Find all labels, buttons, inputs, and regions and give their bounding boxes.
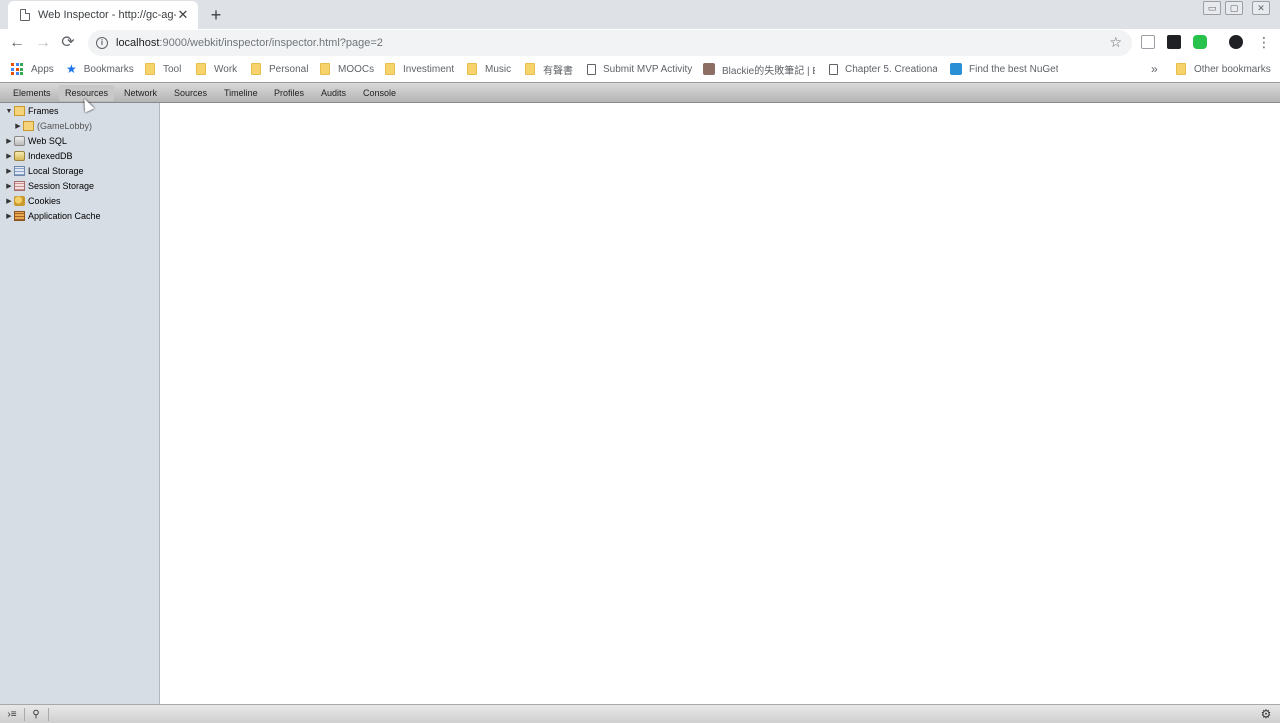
bookmark-apps[interactable]: Apps [11, 61, 54, 77]
collapsed-triangle-icon[interactable]: ▶ [5, 182, 13, 190]
inspector-status-bar: ›≡ ⚲ ⚙ [0, 704, 1280, 723]
extension-play-icon[interactable] [1167, 35, 1181, 49]
page-icon [587, 63, 596, 75]
inspector-toolbar: Elements Resources Network Sources Timel… [0, 82, 1280, 103]
bookmark-folder-tool[interactable]: Tool [145, 61, 181, 77]
tree-item-gamelobby[interactable]: ▶ (GameLobby) [14, 119, 92, 133]
bookmark-nuget[interactable]: Find the best NuGet [950, 61, 1058, 77]
bookmark-folder-investiment[interactable]: Investiment [385, 61, 454, 77]
bookmark-folder-music[interactable]: Music [467, 61, 511, 77]
bookmark-bookmarks[interactable]: ★ Bookmarks [66, 61, 134, 77]
avatar-icon [703, 63, 715, 75]
folder-icon [525, 63, 535, 75]
status-divider [48, 708, 49, 721]
bookmark-chapter5[interactable]: Chapter 5. Creational [829, 61, 937, 77]
star-icon: ★ [66, 62, 77, 76]
nuget-icon [950, 63, 962, 75]
collapsed-triangle-icon[interactable]: ▶ [5, 137, 13, 145]
back-button[interactable]: ← [7, 33, 27, 53]
tree-item-application-cache[interactable]: ▶ Application Cache [5, 209, 101, 223]
collapsed-triangle-icon[interactable]: ▶ [5, 212, 13, 220]
extension-copy-icon[interactable] [1141, 35, 1155, 49]
tab-console[interactable]: Console [357, 85, 402, 101]
reload-button[interactable]: ⟳ [58, 33, 78, 53]
browser-tab[interactable]: Web Inspector - http://gc-ag-dcc ✕ [8, 1, 198, 29]
bookmark-folder-personal[interactable]: Personal [251, 61, 308, 77]
info-icon[interactable]: i [96, 37, 108, 49]
close-window-button[interactable]: ✕ [1252, 1, 1270, 15]
tree-item-local-storage[interactable]: ▶ Local Storage [5, 164, 84, 178]
tab-profiles[interactable]: Profiles [268, 85, 310, 101]
browser-toolbar: ← → ⟳ i localhost:9000/webkit/inspector/… [0, 29, 1280, 57]
bookmarks-overflow-button[interactable]: » [1151, 61, 1158, 77]
database-icon [14, 136, 25, 146]
tab-title: Web Inspector - http://gc-ag-dcc [38, 9, 176, 21]
tree-item-frames[interactable]: ▼ Frames [5, 104, 59, 118]
tab-close-button[interactable]: ✕ [176, 8, 190, 22]
expanded-triangle-icon[interactable]: ▼ [5, 108, 13, 115]
bookmark-blackie[interactable]: Blackie的失敗筆記 | E [703, 61, 815, 77]
collapsed-triangle-icon[interactable]: ▶ [5, 152, 13, 160]
page-icon [829, 63, 838, 75]
url-path: :9000/webkit/inspector/inspector.html?pa… [159, 37, 383, 49]
folder-icon [1176, 63, 1186, 75]
page-icon [20, 9, 30, 21]
session-storage-icon [14, 181, 25, 191]
folder-icon [23, 121, 34, 131]
folder-icon [14, 106, 25, 116]
bookmark-other[interactable]: Other bookmarks [1176, 61, 1271, 77]
tree-item-cookies[interactable]: ▶ Cookies [5, 194, 61, 208]
bookmark-star-icon[interactable]: ☆ [1109, 34, 1122, 51]
tab-elements[interactable]: Elements [7, 85, 57, 101]
tab-network[interactable]: Network [118, 85, 163, 101]
collapsed-triangle-icon[interactable]: ▶ [5, 197, 13, 205]
indexeddb-icon [14, 151, 25, 161]
bookmark-submit-mvp[interactable]: Submit MVP Activity [587, 61, 692, 77]
tree-item-indexeddb[interactable]: ▶ IndexedDB [5, 149, 73, 163]
new-tab-button[interactable]: + [206, 5, 226, 25]
folder-icon [467, 63, 477, 75]
tab-strip: Web Inspector - http://gc-ag-dcc ✕ + ▭ ▢… [0, 0, 1280, 29]
tab-sources[interactable]: Sources [168, 85, 213, 101]
menu-kebab-icon[interactable]: ⋮ [1257, 35, 1271, 49]
url-text[interactable]: localhost:9000/webkit/inspector/inspecto… [116, 37, 383, 49]
cookie-icon [14, 196, 25, 206]
bookmark-folder-moocs[interactable]: MOOCs [320, 61, 374, 77]
extension-chat-icon[interactable] [1193, 35, 1207, 49]
status-divider [24, 708, 25, 721]
search-icon[interactable]: ⚲ [29, 708, 43, 721]
local-storage-icon [14, 166, 25, 176]
tab-timeline[interactable]: Timeline [218, 85, 264, 101]
collapsed-triangle-icon[interactable]: ▶ [14, 122, 22, 130]
folder-icon [385, 63, 395, 75]
folder-icon [196, 63, 206, 75]
console-drawer-icon[interactable]: ›≡ [5, 708, 19, 721]
collapsed-triangle-icon[interactable]: ▶ [5, 167, 13, 175]
minimize-button[interactable]: ▭ [1203, 1, 1221, 15]
bookmark-folder-audiobooks[interactable]: 有聲書 [525, 61, 573, 77]
bookmark-folder-work[interactable]: Work [196, 61, 237, 77]
bookmarks-bar: Apps ★ Bookmarks Tool Work Personal MOOCs… [0, 57, 1280, 81]
gear-icon[interactable]: ⚙ [1259, 708, 1273, 721]
folder-icon [145, 63, 155, 75]
tab-audits[interactable]: Audits [315, 85, 352, 101]
restore-button[interactable]: ▢ [1225, 1, 1243, 15]
apps-grid-icon [11, 63, 23, 75]
url-host: localhost [116, 37, 160, 49]
folder-icon [251, 63, 261, 75]
resources-main-pane [160, 103, 1280, 704]
folder-icon [320, 63, 330, 75]
address-bar[interactable]: i localhost:9000/webkit/inspector/inspec… [88, 30, 1132, 56]
forward-button[interactable]: → [33, 33, 53, 53]
resources-sidebar: ▼ Frames ▶ (GameLobby) ▶ Web SQL ▶ Index… [0, 103, 160, 704]
tree-item-session-storage[interactable]: ▶ Session Storage [5, 179, 94, 193]
application-cache-icon [14, 211, 25, 221]
profile-avatar[interactable] [1229, 35, 1243, 49]
tree-item-web-sql[interactable]: ▶ Web SQL [5, 134, 67, 148]
